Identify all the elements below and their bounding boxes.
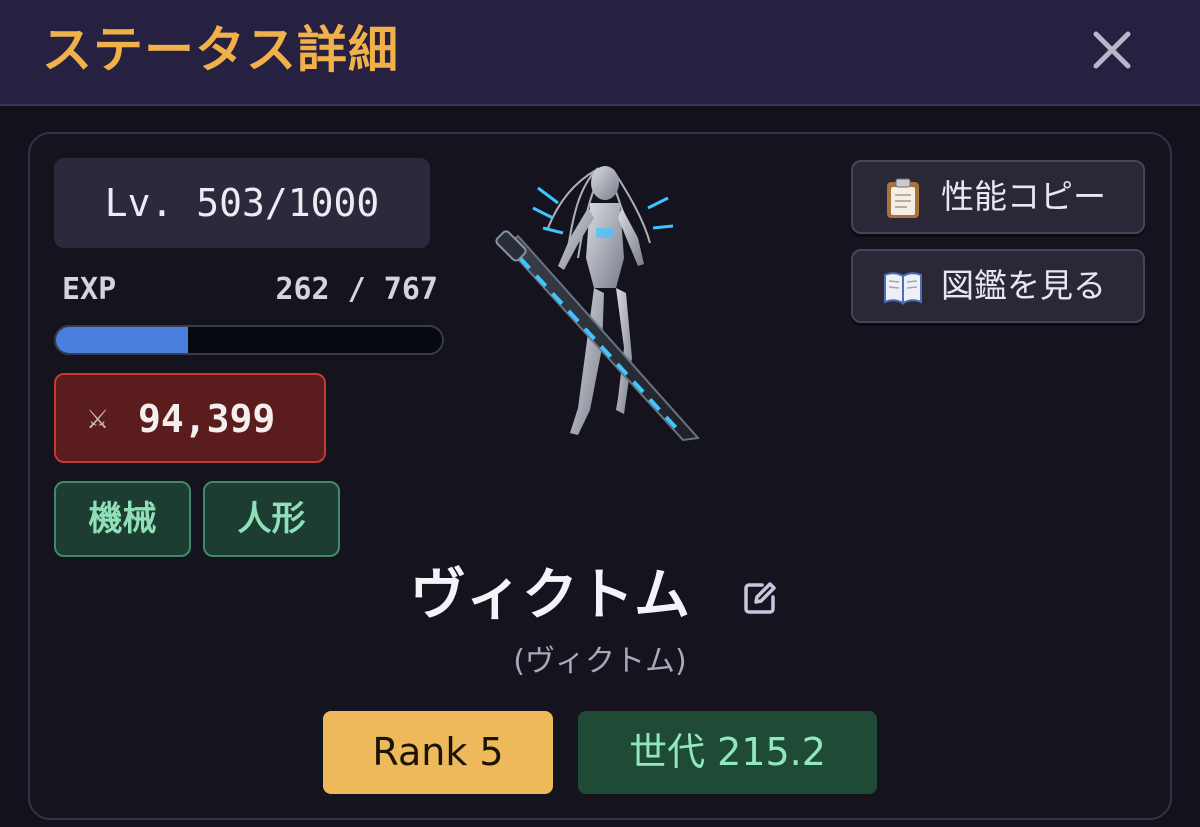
exp-progress-fill [56, 327, 188, 353]
dialog-title: ステータス詳細 [42, 21, 399, 79]
view-encyclopedia-button[interactable]: 図鑑を見る [851, 249, 1145, 323]
clipboard-icon [887, 178, 919, 218]
edit-name-button[interactable] [740, 578, 780, 618]
exp-progress-bar [54, 325, 444, 355]
close-button[interactable] [1086, 24, 1138, 76]
dialog-header: ステータス詳細 [0, 0, 1200, 106]
level-display: Lv. 503/1000 [54, 158, 430, 248]
tag-mechanical: 機械 [54, 481, 191, 557]
character-portrait [478, 148, 728, 448]
crossed-swords-icon: ⚔ [86, 405, 110, 435]
book-icon [884, 272, 922, 305]
character-reading: (ヴィクトム) [513, 644, 687, 679]
copy-stats-button[interactable]: 性能コピー [851, 160, 1145, 234]
rank-badge: Rank 5 [323, 711, 553, 794]
edit-icon [744, 582, 776, 614]
exp-label: EXP [62, 272, 117, 307]
generation-badge: 世代 215.2 [578, 711, 877, 794]
copy-stats-label: 性能コピー [941, 177, 1106, 216]
combat-power-box: ⚔ 94,399 [54, 373, 326, 463]
tag-humanoid: 人形 [203, 481, 340, 557]
close-icon [1093, 31, 1131, 69]
combat-power-value: 94,399 [138, 397, 276, 441]
view-encyclopedia-label: 図鑑を見る [941, 266, 1106, 305]
exp-value: 262 / 767 [275, 272, 438, 307]
character-name: ヴィクトム [410, 563, 690, 628]
